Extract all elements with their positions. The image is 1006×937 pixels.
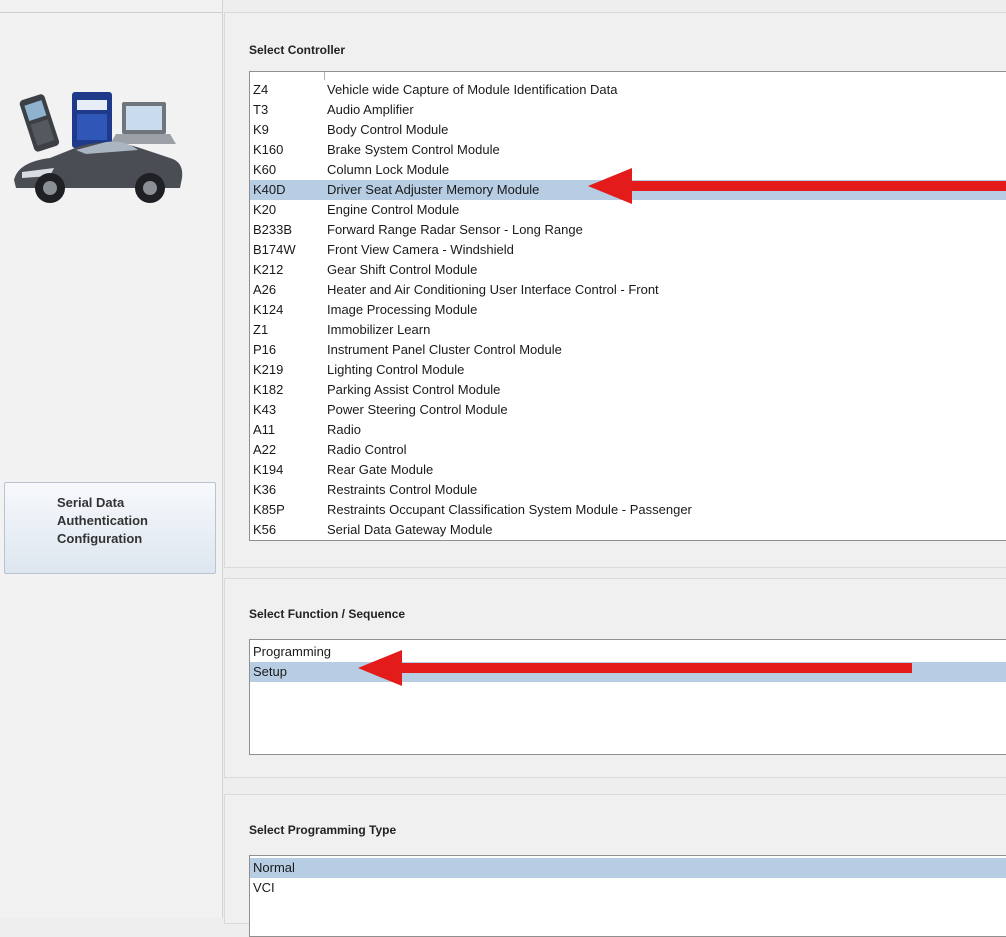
module-code: K212 bbox=[253, 262, 284, 277]
module-code: K124 bbox=[253, 302, 284, 317]
controller-row[interactable]: A22 Radio Control bbox=[250, 440, 1006, 460]
column-divider bbox=[324, 72, 325, 80]
controller-row[interactable]: K9 Body Control Module bbox=[250, 120, 1006, 140]
module-code: A11 bbox=[253, 422, 276, 437]
annotation-arrow-controller bbox=[588, 168, 1006, 204]
module-code: B174W bbox=[253, 242, 296, 257]
module-code: Z1 bbox=[253, 322, 269, 337]
controller-row[interactable]: K219 Lighting Control Module bbox=[250, 360, 1006, 380]
controller-row[interactable]: P16 Instrument Panel Cluster Control Modu… bbox=[250, 340, 1006, 360]
programming-type-section-title: Select Programming Type bbox=[249, 823, 397, 837]
module-code: A26 bbox=[253, 282, 277, 297]
module-name: Engine Control Module bbox=[327, 202, 460, 217]
programming-type-option[interactable]: Normal bbox=[250, 858, 1006, 878]
controller-row[interactable]: K43 Power Steering Control Module bbox=[250, 400, 1006, 420]
programming-type-option[interactable]: VCI bbox=[250, 878, 1006, 898]
arrow-head bbox=[358, 650, 402, 686]
module-name: Power Steering Control Module bbox=[327, 402, 508, 417]
controller-row[interactable]: B233B Forward Range Radar Sensor - Long R… bbox=[250, 220, 1006, 240]
module-name: Radio Control bbox=[327, 442, 407, 457]
arrow-head bbox=[588, 168, 632, 204]
module-name: Immobilizer Learn bbox=[327, 322, 431, 337]
sidebar-item-serial-data-authentication-configuration[interactable]: Serial Data Authentication Configuration bbox=[4, 482, 216, 574]
programming-type-section: Select Programming Type Normal VCI bbox=[224, 794, 1006, 937]
sidebar-item-label: Serial Data Authentication Configuration bbox=[57, 495, 148, 546]
module-code: K43 bbox=[253, 402, 277, 417]
module-name: Forward Range Radar Sensor - Long Range bbox=[327, 222, 583, 237]
controller-row[interactable]: K160 Brake System Control Module bbox=[250, 140, 1006, 160]
controller-row[interactable]: K36 Restraints Control Module bbox=[250, 480, 1006, 500]
controller-section: Select Controller Z4 Vehicle wide Capture… bbox=[224, 12, 1006, 568]
controller-row[interactable]: K56 Serial Data Gateway Module bbox=[250, 520, 1006, 540]
module-code: P16 bbox=[253, 342, 277, 357]
controller-row[interactable]: T3 Audio Amplifier bbox=[250, 100, 1006, 120]
arrow-shaft bbox=[398, 663, 912, 673]
module-name: Lighting Control Module bbox=[327, 362, 465, 377]
module-code: A22 bbox=[253, 442, 277, 457]
module-name: Column Lock Module bbox=[327, 162, 450, 177]
module-code: K60 bbox=[253, 162, 277, 177]
module-code: K194 bbox=[253, 462, 284, 477]
module-code: K160 bbox=[253, 142, 284, 157]
controller-row[interactable]: K124 Image Processing Module bbox=[250, 300, 1006, 320]
module-name: Instrument Panel Cluster Control Module bbox=[327, 342, 562, 357]
controller-row[interactable]: K212 Gear Shift Control Module bbox=[250, 260, 1006, 280]
module-name: Audio Amplifier bbox=[327, 102, 414, 117]
module-name: Driver Seat Adjuster Memory Module bbox=[327, 182, 540, 197]
module-name: Vehicle wide Capture of Module Identific… bbox=[327, 82, 618, 97]
module-code: K219 bbox=[253, 362, 284, 377]
module-name: Rear Gate Module bbox=[327, 462, 434, 477]
module-name: Gear Shift Control Module bbox=[327, 262, 478, 277]
module-name: Restraints Occupant Classification Syste… bbox=[327, 502, 692, 517]
module-code: K20 bbox=[253, 202, 277, 217]
module-name: Radio bbox=[327, 422, 361, 437]
module-name: Body Control Module bbox=[327, 122, 449, 137]
controller-row[interactable]: A11 Radio bbox=[250, 420, 1006, 440]
module-name: Image Processing Module bbox=[327, 302, 478, 317]
module-name: Brake System Control Module bbox=[327, 142, 500, 157]
divider bbox=[0, 12, 222, 13]
module-name: Heater and Air Conditioning User Interfa… bbox=[327, 282, 659, 297]
module-code: K182 bbox=[253, 382, 284, 397]
controller-row[interactable]: A26 Heater and Air Conditioning User Inte… bbox=[250, 280, 1006, 300]
controller-row[interactable]: K85P Restraints Occupant Classification S… bbox=[250, 500, 1006, 520]
module-name: Restraints Control Module bbox=[327, 482, 478, 497]
function-section-title: Select Function / Sequence bbox=[249, 607, 406, 621]
module-name: Serial Data Gateway Module bbox=[327, 522, 493, 537]
module-code: B233B bbox=[253, 222, 293, 237]
module-name: Front View Camera - Windshield bbox=[327, 242, 514, 257]
controller-row[interactable]: B174W Front View Camera - Windshield bbox=[250, 240, 1006, 260]
controller-rows: Z4 Vehicle wide Capture of Module Identif… bbox=[250, 80, 1006, 540]
module-code: K36 bbox=[253, 482, 277, 497]
module-code: K85P bbox=[253, 502, 285, 517]
arrow-shaft bbox=[628, 181, 1006, 191]
module-code: Z4 bbox=[253, 82, 269, 97]
module-code: T3 bbox=[253, 102, 269, 117]
controller-section-title: Select Controller bbox=[249, 43, 346, 57]
controller-list[interactable]: Z4 Vehicle wide Capture of Module Identif… bbox=[249, 71, 1006, 541]
vehicle-diagnostic-logo bbox=[14, 92, 183, 203]
programming-type-rows: Normal VCI bbox=[250, 858, 1006, 898]
module-code: K9 bbox=[253, 122, 269, 137]
annotation-arrow-function bbox=[358, 650, 912, 686]
module-code: K40D bbox=[253, 182, 286, 197]
controller-row[interactable]: K182 Parking Assist Control Module bbox=[250, 380, 1006, 400]
programming-type-list[interactable]: Normal VCI bbox=[249, 855, 1006, 937]
controller-row[interactable]: K194 Rear Gate Module bbox=[250, 460, 1006, 480]
controller-row[interactable]: Z4 Vehicle wide Capture of Module Identif… bbox=[250, 80, 1006, 100]
left-pane: Serial Data Authentication Configuration bbox=[0, 0, 223, 918]
module-name: Parking Assist Control Module bbox=[327, 382, 501, 397]
controller-row[interactable]: Z1 Immobilizer Learn bbox=[250, 320, 1006, 340]
module-code: K56 bbox=[253, 522, 277, 537]
